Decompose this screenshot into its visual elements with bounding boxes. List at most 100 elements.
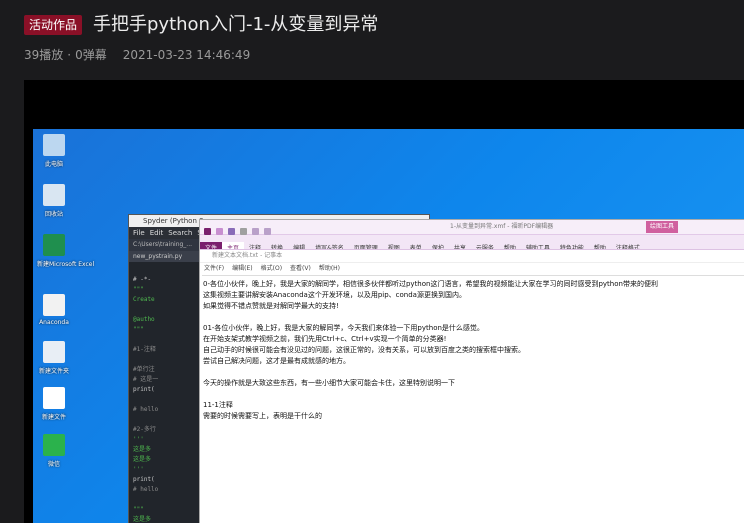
- text-line: 需要的时候需要写上，表明是干什么的: [203, 412, 322, 420]
- text-line: 01-各位小伙伴，晚上好，我是大家的解同学，今天我们来体验一下用python是什…: [203, 324, 484, 332]
- text-line: 尝试自己解决问题，这才是最有成就感的地方。: [203, 357, 350, 365]
- code-text: Create: [133, 296, 155, 303]
- desktop-shortcut-label: 新建文件夹: [38, 368, 69, 375]
- notepad-menu-item: 帮助(H): [318, 265, 341, 272]
- meta-separator: ·: [67, 48, 72, 62]
- code-line: print(: [129, 475, 209, 485]
- ribbon-tab: 保护: [431, 245, 444, 250]
- ribbon-tab: 云服务: [475, 245, 494, 250]
- save-icon: [228, 228, 235, 235]
- code-line: # -*-: [129, 275, 209, 285]
- text-line: 这集视频主要讲解安装Anaconda这个开发环境，以及用pip、conda源更换…: [203, 291, 466, 299]
- spyder-code: # -*- """ Create @autho """ #1-注释 #单行注 # 这是一 pri…: [129, 275, 209, 523]
- desktop-shortcut-label: 此电脑: [44, 161, 63, 168]
- code-line: ''': [129, 465, 209, 475]
- publish-datetime: 2021-03-23 14:46:49: [122, 48, 251, 62]
- editor-doc-title: 1-从变量到异常.xmf - 福昕PDF编辑器: [450, 223, 554, 230]
- code-line: print(: [129, 385, 209, 395]
- ribbon-tab: 共享: [453, 245, 466, 250]
- video-player[interactable]: 此电脑 回收站 新建Microsoft Excel Anaconda 新建文件夹 新建文件…: [24, 80, 744, 523]
- ribbon-tab: 注释: [249, 245, 262, 250]
- code-text: @autho: [133, 316, 155, 323]
- play-count: 39播放: [24, 48, 64, 62]
- code-line: #单行注: [129, 365, 209, 375]
- ribbon-tab: 主页: [222, 242, 245, 249]
- drawing-tools-tab: 绘图工具: [646, 221, 679, 233]
- text-line: 如果觉得不错点赞就是对解同学最大的支持!: [203, 302, 339, 310]
- editor-ribbon: 文件 主页 注释 转换 编辑 填写&签名 页面管理 视图 表单 保护 共享 云服务 帮助 辅助工具 特色功能…: [200, 235, 744, 250]
- code-line: 这是多: [129, 445, 209, 455]
- desktop-shortcut-label: 新建Microsoft Excel: [37, 261, 95, 268]
- code-text: #单行注: [133, 366, 155, 373]
- spyder-menu-item: File: [133, 229, 145, 237]
- code-line: """: [129, 505, 209, 515]
- code-text: ''': [133, 466, 144, 473]
- notepad-menu-item: 格式(O): [260, 265, 283, 272]
- desktop-shortcut: 新建文件夹: [37, 341, 71, 375]
- notepad-title: 新建文本文档.txt - 记事本: [200, 250, 744, 263]
- code-line: #2-多行: [129, 425, 209, 435]
- folder-icon: [43, 294, 65, 316]
- code-text: # hello: [133, 486, 159, 493]
- desktop-shortcut: Anaconda: [37, 294, 71, 326]
- code-text: # -*-: [133, 276, 152, 283]
- notepad-text: 0-各位小伙伴，晚上好，我是大家的解同学，相信很多伙伴都听过python这门语言…: [200, 276, 744, 422]
- ribbon-tab: 编辑: [293, 245, 306, 250]
- danmaku-count: 0弹幕: [75, 48, 107, 62]
- editor-window: 1-从变量到异常.xmf - 福昕PDF编辑器 绘图工具 文件 主页 注释 转换 编辑 填…: [199, 219, 744, 523]
- code-line: ''': [129, 435, 209, 445]
- code-text: """: [133, 286, 144, 293]
- code-line: 这是多: [129, 515, 209, 523]
- desktop-frame: 此电脑 回收站 新建Microsoft Excel Anaconda 新建文件夹 新建文件…: [33, 129, 744, 523]
- code-text: print(: [133, 386, 155, 393]
- video-title: 手把手python入门-1-从变量到异常: [93, 14, 379, 35]
- ribbon-tab: 帮助: [593, 245, 606, 250]
- activity-badge[interactable]: 活动作品: [24, 15, 83, 35]
- redo-icon: [264, 228, 271, 235]
- text-line: 0-各位小伙伴，晚上好，我是大家的解同学，相信很多伙伴都听过python这门语言…: [203, 280, 658, 288]
- notepad-menu-item: 查看(V): [290, 265, 311, 272]
- text-line: 在开始支架式教学视频之前，我们先用Ctrl+c、Ctrl+v实现一个简单的分类器…: [203, 335, 447, 343]
- spyder-menu-item: Edit: [149, 229, 164, 237]
- ribbon-tab: 文件: [200, 242, 223, 249]
- text-line: 11-1注释: [203, 401, 233, 409]
- spyder-file-tab: new_pystrain.py: [129, 251, 203, 262]
- ribbon-tab: 填写&签名: [315, 245, 344, 250]
- code-line: # hello: [129, 485, 209, 495]
- desktop-shortcut-label: 新建文件: [41, 414, 66, 421]
- editor-quick-toolbar: 1-从变量到异常.xmf - 福昕PDF编辑器 绘图工具: [200, 220, 744, 235]
- notepad-menu-item: 编辑(E): [232, 265, 253, 272]
- video-meta: 39播放 · 0弹幕 2021-03-23 14:46:49: [24, 46, 254, 63]
- ribbon-tab: 辅助工具: [525, 245, 550, 250]
- code-text: #1-注释: [133, 346, 156, 353]
- code-text: """: [133, 326, 144, 333]
- ribbon-tab: 转换: [271, 245, 284, 250]
- notepad-menu: 文件(F) 编辑(E) 格式(O) 查看(V) 帮助(H): [200, 263, 744, 275]
- desktop-shortcut: 微信: [37, 434, 71, 468]
- code-line: # 这是一: [129, 375, 209, 385]
- code-line: # hello: [129, 405, 209, 415]
- desktop-shortcut-label: Anaconda: [39, 319, 69, 326]
- text-line: 自己动手的时候很可能会有没见过的问题，这很正常的，没有关系，可以放到百度之类的搜…: [203, 346, 525, 354]
- wechat-icon: [43, 434, 65, 456]
- text-line: [203, 389, 744, 400]
- desktop-shortcut-label: 微信: [47, 461, 60, 468]
- spyder-menu-item: Search: [168, 229, 193, 237]
- code-text: print(: [133, 476, 155, 483]
- qr-icon: [43, 387, 65, 409]
- code-text: 这是多: [133, 446, 152, 453]
- code-text: # 这是一: [133, 376, 159, 383]
- print-icon: [240, 228, 247, 235]
- code-line: """: [129, 325, 209, 335]
- code-line: 这是多: [129, 455, 209, 465]
- ribbon-tab: 页面管理: [353, 245, 378, 250]
- notepad-menu-item: 文件(F): [204, 265, 225, 272]
- computer-icon: [43, 134, 65, 156]
- desktop-shortcut: 新建文件: [37, 387, 71, 421]
